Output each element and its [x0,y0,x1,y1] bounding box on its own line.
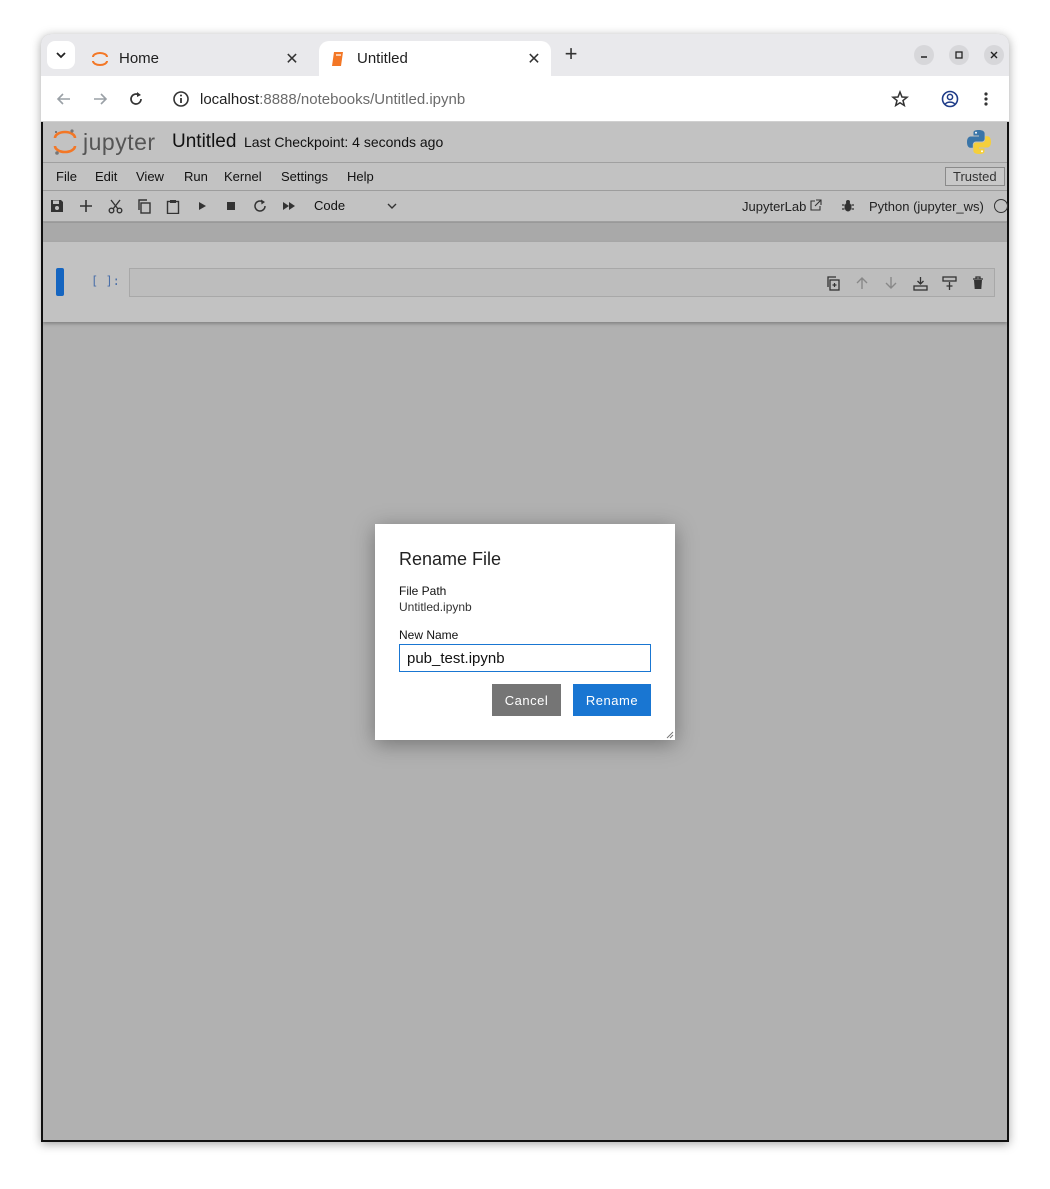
close-icon[interactable]: ✕ [523,48,545,70]
insert-below-icon[interactable] [941,275,957,291]
notebook-header: jupyter Untitled Last Checkpoint: 4 seco… [43,122,1007,163]
new-tab-button[interactable]: + [559,41,583,66]
menu-kernel[interactable]: Kernel [224,169,262,184]
debugger-bug-icon[interactable] [840,198,856,214]
cut-icon[interactable] [107,198,123,214]
chevron-down-icon[interactable] [386,200,398,212]
back-icon[interactable] [51,86,77,112]
address-bar[interactable]: localhost:8888/notebooks/Untitled.ipynb [162,81,923,117]
new-name-label: New Name [399,628,459,642]
kernel-status-icon [994,199,1008,213]
rename-file-dialog: Rename File File Path Untitled.ipynb New… [375,524,675,740]
dialog-title: Rename File [399,549,502,569]
notebook-icon [329,50,347,68]
file-path-label: File Path [399,584,447,598]
last-checkpoint: Last Checkpoint: 4 seconds ago [244,134,444,150]
bookmark-star-icon[interactable] [887,86,913,112]
tab-title: Untitled [357,50,408,67]
insert-above-icon[interactable] [912,275,928,291]
trusted-indicator[interactable]: Trusted [945,167,1005,186]
cell-prompt: [ ]: [91,274,120,288]
url-path: :8888/notebooks/Untitled.ipynb [259,90,466,108]
jupyterlab-link[interactable]: JupyterLab [742,199,822,214]
url-host: localhost [200,90,260,108]
new-name-input[interactable] [399,644,651,672]
kebab-menu-icon[interactable] [973,86,999,112]
tab-strip: Home ✕ Untitled ✕ + [41,34,1009,76]
resize-grip-icon[interactable] [666,731,674,739]
rename-button[interactable]: Rename [573,684,651,716]
close-icon[interactable]: ✕ [281,48,303,70]
move-down-icon[interactable] [883,275,899,291]
profile-icon[interactable] [937,86,963,112]
python-logo-icon [967,130,991,154]
chevron-down-icon [56,52,66,59]
notebook-toolbar: Code JupyterLab Python (jupyter_ws) [43,191,1008,222]
notebook-cells: [ ]: [43,242,1007,322]
jupyter-logo-icon [53,129,77,155]
cancel-button[interactable]: Cancel [492,684,561,716]
delete-cell-icon[interactable] [970,275,986,291]
run-icon[interactable] [194,198,210,214]
active-cell-indicator [56,268,64,296]
copy-icon[interactable] [136,198,152,214]
browser-toolbar: localhost:8888/notebooks/Untitled.ipynb [41,76,1009,122]
maximize-icon[interactable] [949,45,969,65]
notebook-title[interactable]: Untitled [172,131,236,153]
jupyter-logo-text: jupyter [83,128,156,155]
move-up-icon[interactable] [854,275,870,291]
file-path-value: Untitled.ipynb [399,600,472,614]
jupyterlab-link-label: JupyterLab [742,199,807,214]
tab-title: Home [119,50,160,67]
stop-icon[interactable] [223,198,239,214]
cell-type-select[interactable]: Code [314,198,345,213]
add-cell-icon[interactable] [78,198,94,214]
duplicate-cell-icon[interactable] [825,275,841,291]
tab-home[interactable]: Home ✕ [81,41,309,76]
site-info-icon[interactable] [172,90,190,108]
menu-bar: File Edit View Run Kernel Settings Help … [43,163,1007,191]
menu-view[interactable]: View [136,169,164,184]
reload-icon[interactable] [123,86,149,112]
fast-forward-icon[interactable] [281,198,297,214]
external-link-icon [810,199,822,211]
minimize-icon[interactable] [914,45,934,65]
tab-search-button[interactable] [47,41,75,69]
kernel-name[interactable]: Python (jupyter_ws) [869,199,984,214]
paste-icon[interactable] [165,198,181,214]
menu-help[interactable]: Help [347,169,374,184]
jupyter-logo[interactable]: jupyter [53,127,156,157]
tab-untitled[interactable]: Untitled ✕ [319,41,551,76]
restart-icon[interactable] [252,198,268,214]
code-cell-input[interactable] [129,268,995,297]
window-close-icon[interactable] [984,45,1004,65]
save-icon[interactable] [49,198,65,214]
menu-edit[interactable]: Edit [95,169,117,184]
jupyter-icon [91,50,109,68]
menu-settings[interactable]: Settings [281,169,328,184]
forward-icon[interactable] [87,86,113,112]
menu-file[interactable]: File [56,169,77,184]
notebook-spacer [43,223,1007,242]
menu-run[interactable]: Run [184,169,208,184]
